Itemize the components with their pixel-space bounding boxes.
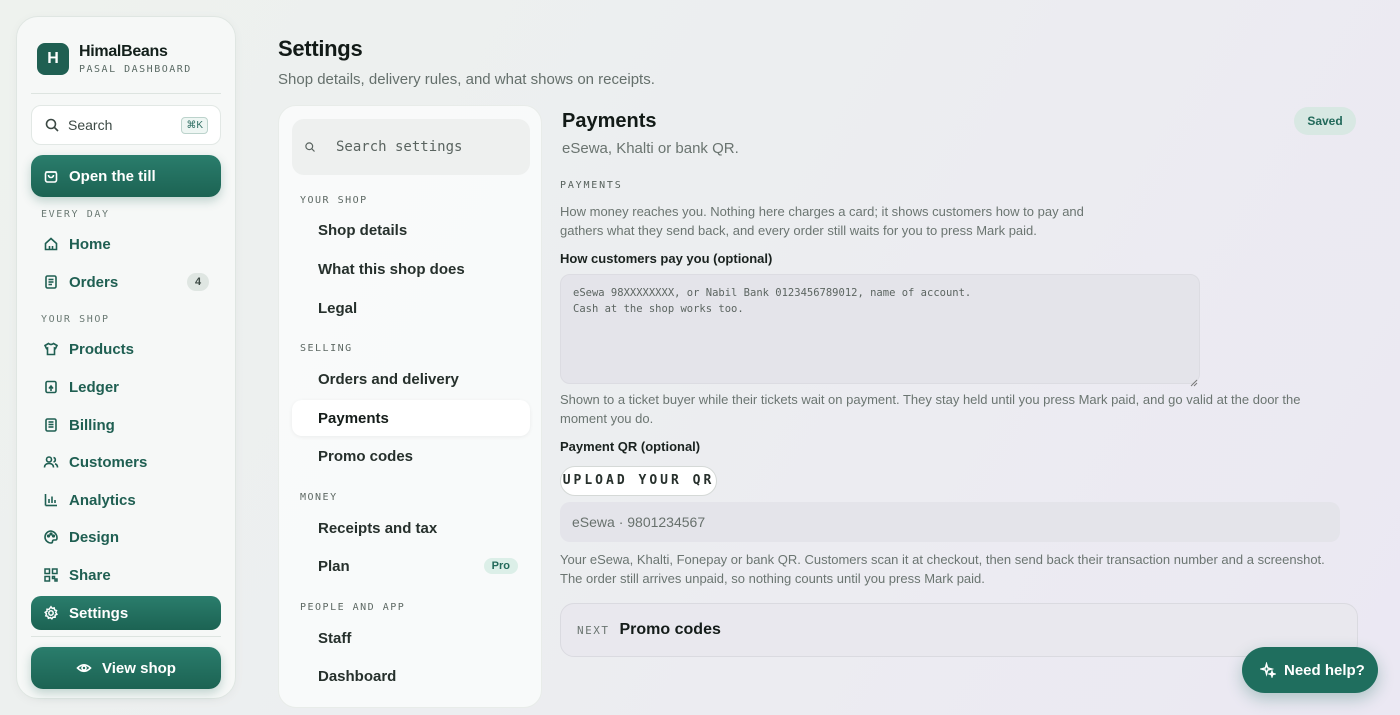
search-icon xyxy=(44,117,60,133)
divider xyxy=(31,636,221,637)
settings-section-money: MONEY xyxy=(300,492,338,503)
settings-item-orders-delivery[interactable]: Orders and delivery xyxy=(292,361,530,397)
orders-count-badge: 4 xyxy=(187,273,209,291)
sidebar-item-label: Ledger xyxy=(69,378,120,396)
brand-logo: H xyxy=(37,43,69,75)
settings-search-input[interactable]: Search settings xyxy=(292,119,530,175)
upload-qr-button[interactable]: UPLOAD YOUR QR xyxy=(560,466,717,496)
settings-section-your-shop: YOUR SHOP xyxy=(300,195,368,206)
section-every-day: EVERY DAY xyxy=(41,209,110,220)
settings-item-shop-details[interactable]: Shop details xyxy=(292,212,530,248)
sidebar-item-label: Customers xyxy=(69,453,148,471)
settings-item-dashboard[interactable]: Dashboard xyxy=(292,658,530,694)
sidebar-search-label: Search xyxy=(68,117,113,133)
pro-badge: Pro xyxy=(483,558,518,574)
chart-icon xyxy=(43,492,59,508)
how-pay-label: How customers pay you (optional) xyxy=(560,251,773,266)
settings-nav: Search settings YOUR SHOP Shop details W… xyxy=(278,105,542,708)
users-icon xyxy=(43,454,59,470)
sidebar-item-label: Settings xyxy=(69,604,129,622)
qr-caption-placeholder: eSewa · 9801234567 xyxy=(572,514,706,530)
open-till-button[interactable]: Open the till xyxy=(31,155,221,197)
sidebar-search[interactable]: Search ⌘K xyxy=(31,105,221,145)
payments-label: PAYMENTS xyxy=(560,180,623,191)
sidebar-item-label: Products xyxy=(69,340,135,358)
sidebar-item-label: Share xyxy=(69,566,111,584)
eye-icon xyxy=(76,660,92,676)
qr-icon xyxy=(43,567,59,583)
settings-item-legal[interactable]: Legal xyxy=(292,290,530,326)
sidebar-item-label: Analytics xyxy=(69,491,136,509)
settings-item-plan-label: Plan xyxy=(318,557,350,575)
next-title: Promo codes xyxy=(619,621,721,638)
resize-handle[interactable] xyxy=(1190,374,1198,387)
qr-label: Payment QR (optional) xyxy=(560,439,701,454)
home-icon xyxy=(43,236,59,252)
sidebar-item-label: Orders xyxy=(69,273,119,291)
qr-help: Your eSewa, Khalti, Fonepay or bank QR. … xyxy=(560,552,1325,586)
receipt-icon xyxy=(43,274,59,290)
settings-item-promo-codes[interactable]: Promo codes xyxy=(292,438,530,474)
need-help-label: Need help? xyxy=(1284,661,1365,679)
sidebar-item-label: Home xyxy=(69,235,111,253)
open-till-label: Open the till xyxy=(69,167,156,185)
brand-name: HimalBeans xyxy=(79,43,168,60)
sidebar-item-design[interactable]: Design xyxy=(31,520,221,554)
sidebar: H HimalBeans PASAL DASHBOARD Search ⌘K O… xyxy=(16,16,236,699)
sidebar-item-products[interactable]: Products xyxy=(31,332,221,366)
payments-intro: How money reaches you. Nothing here char… xyxy=(560,204,1084,238)
sidebar-item-label: Design xyxy=(69,528,120,546)
sidebar-item-share[interactable]: Share xyxy=(31,558,221,592)
settings-item-what-shop-does[interactable]: What this shop does xyxy=(292,251,530,287)
ledger-icon xyxy=(43,379,59,395)
settings-item-staff[interactable]: Staff xyxy=(292,620,530,656)
sparkle-icon xyxy=(1260,662,1276,678)
need-help-button[interactable]: Need help? xyxy=(1242,647,1378,693)
how-pay-help: Shown to a ticket buyer while their tick… xyxy=(560,392,1301,426)
settings-item-receipts-tax[interactable]: Receipts and tax xyxy=(292,510,530,546)
brand-subtitle: PASAL DASHBOARD xyxy=(79,64,192,75)
settings-section-selling: SELLING xyxy=(300,343,353,354)
sidebar-item-customers[interactable]: Customers xyxy=(31,445,221,479)
search-icon xyxy=(304,141,316,153)
section-title: Payments xyxy=(562,110,657,132)
sidebar-item-billing[interactable]: Billing xyxy=(31,408,221,442)
divider xyxy=(31,93,221,94)
sidebar-item-ledger[interactable]: Ledger xyxy=(31,370,221,404)
sidebar-item-orders[interactable]: Orders 4 xyxy=(31,265,221,299)
status-badge: Saved xyxy=(1294,107,1356,135)
section-subtitle: eSewa, Khalti or bank QR. xyxy=(562,140,739,157)
bag-icon xyxy=(43,168,59,184)
sidebar-item-label: Billing xyxy=(69,416,115,434)
settings-item-payments[interactable]: Payments xyxy=(292,400,530,436)
settings-section-people: PEOPLE AND APP xyxy=(300,602,406,613)
settings-item-plan[interactable]: Plan Pro xyxy=(292,548,530,584)
brand[interactable]: H HimalBeans PASAL DASHBOARD xyxy=(37,43,192,75)
shortcut-badge: ⌘K xyxy=(181,117,208,134)
view-shop-label: View shop xyxy=(102,659,176,677)
palette-icon xyxy=(43,529,59,545)
sidebar-item-home[interactable]: Home xyxy=(31,227,221,261)
next-label: NEXT xyxy=(577,623,610,637)
shirt-icon xyxy=(43,341,59,357)
how-pay-textarea[interactable]: eSewa 98XXXXXXXX, or Nabil Bank 01234567… xyxy=(560,274,1200,384)
settings-search-placeholder: Search settings xyxy=(336,139,463,155)
section-your-shop: YOUR SHOP xyxy=(41,314,110,325)
sidebar-item-settings[interactable]: Settings xyxy=(31,596,221,630)
page-title: Settings xyxy=(278,36,363,61)
qr-caption-input[interactable]: eSewa · 9801234567 xyxy=(560,502,1340,542)
next-section-link[interactable]: NEXT Promo codes xyxy=(560,603,1358,657)
billing-icon xyxy=(43,417,59,433)
view-shop-button[interactable]: View shop xyxy=(31,647,221,689)
page-subtitle: Shop details, delivery rules, and what s… xyxy=(278,71,655,88)
sidebar-item-analytics[interactable]: Analytics xyxy=(31,483,221,517)
gear-icon xyxy=(43,605,59,621)
